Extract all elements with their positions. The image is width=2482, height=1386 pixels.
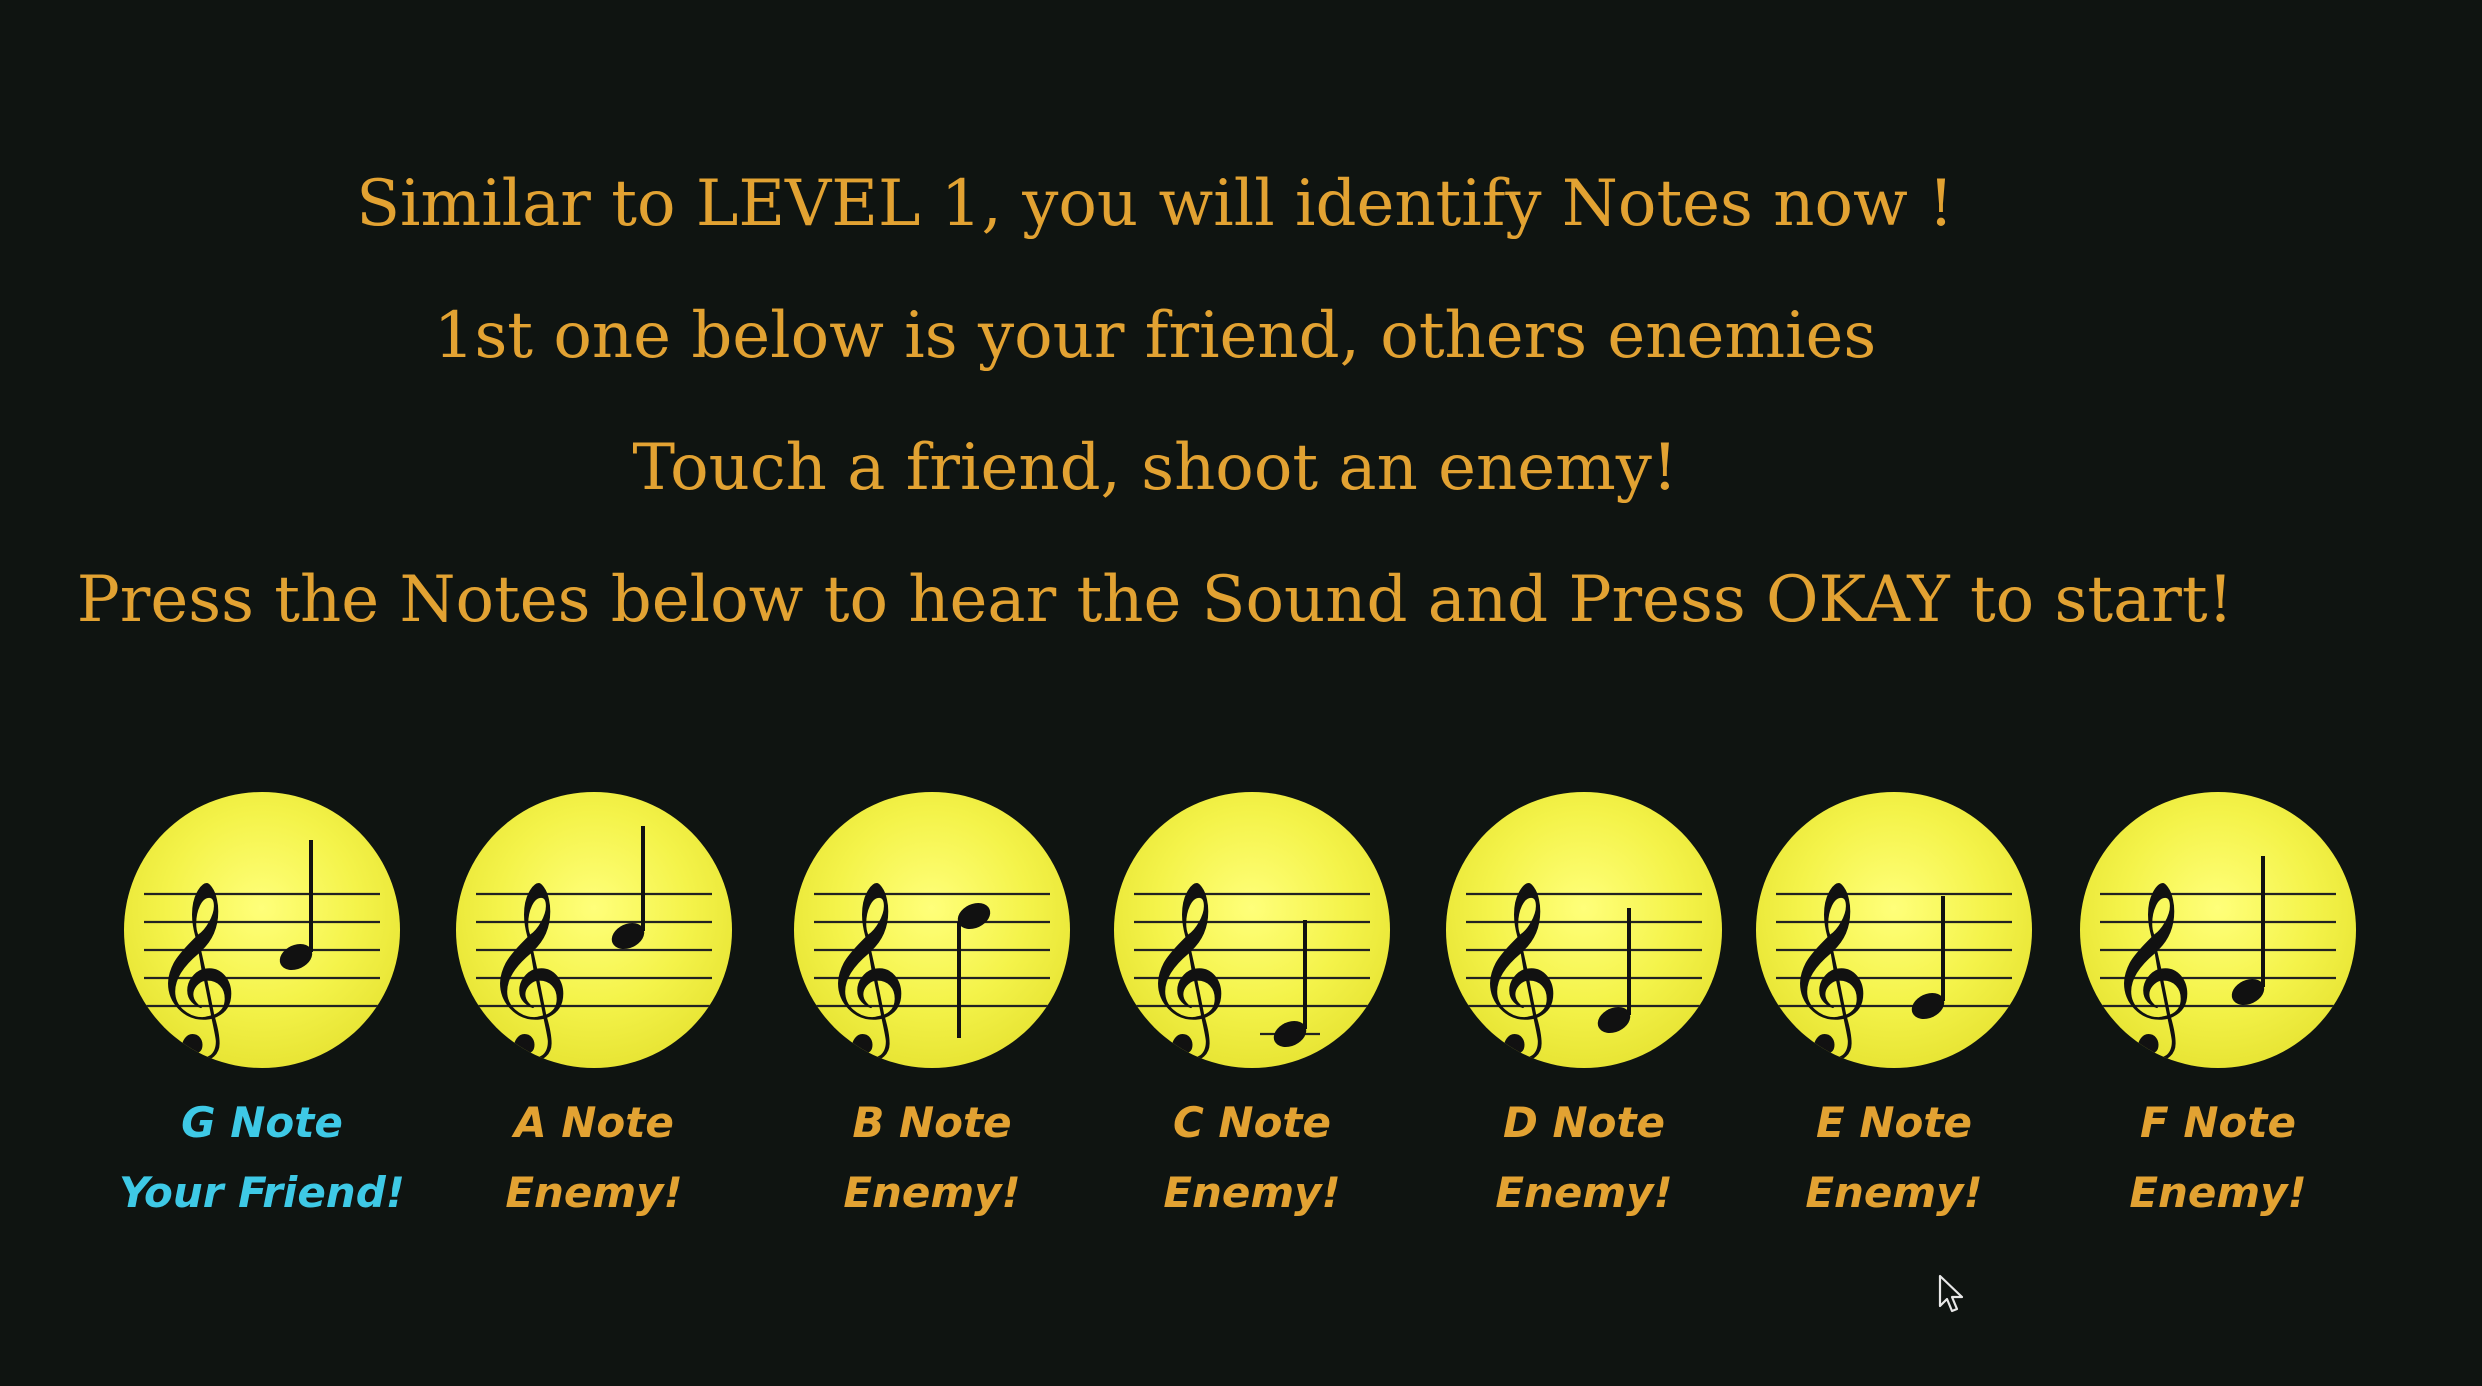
note-name-e: E Note — [1816, 1098, 1972, 1147]
note-ball-icon[interactable]: 𝄞 — [1114, 792, 1390, 1068]
svg-text:𝄞: 𝄞 — [1782, 880, 1871, 1062]
treble-clef-staff-icon: 𝄞 — [1134, 880, 1370, 1062]
svg-text:𝄞: 𝄞 — [2106, 880, 2195, 1062]
note-button-g[interactable]: 𝄞 G Note Your Friend! — [119, 792, 405, 1232]
note-ball-icon[interactable]: 𝄞 — [124, 792, 400, 1068]
note-name-c: C Note — [1172, 1098, 1331, 1147]
note-name-d: D Note — [1502, 1098, 1666, 1147]
instruction-line-3: Touch a friend, shoot an enemy! — [632, 431, 1678, 505]
note-button-c[interactable]: 𝄞 C Note Enemy! — [1114, 792, 1390, 1232]
note-button-e[interactable]: 𝄞 E Note Enemy! — [1756, 792, 2032, 1232]
note-ball-icon[interactable]: 𝄞 — [794, 792, 1070, 1068]
note-role-f: Enemy! — [2129, 1168, 2307, 1217]
treble-clef-staff-icon: 𝄞 — [1466, 880, 1702, 1062]
note-ball-icon[interactable]: 𝄞 — [1756, 792, 2032, 1068]
treble-clef-staff-icon: 𝄞 — [1776, 880, 2012, 1062]
svg-text:𝄞: 𝄞 — [150, 880, 239, 1062]
svg-text:𝄞: 𝄞 — [1472, 880, 1561, 1062]
svg-text:𝄞: 𝄞 — [1140, 880, 1229, 1062]
treble-clef-staff-icon: 𝄞 — [2100, 856, 2336, 1062]
note-role-d: Enemy! — [1495, 1168, 1673, 1217]
treble-clef-staff-icon: 𝄞 — [814, 880, 1050, 1062]
svg-text:𝄞: 𝄞 — [820, 880, 909, 1062]
note-button-f[interactable]: 𝄞 F Note Enemy! — [2080, 792, 2356, 1232]
note-role-g: Your Friend! — [119, 1168, 405, 1217]
note-ball-icon[interactable]: 𝄞 — [456, 792, 732, 1068]
note-ball-icon[interactable]: 𝄞 — [1446, 792, 1722, 1068]
note-ball-icon[interactable]: 𝄞 — [2080, 792, 2356, 1068]
note-role-e: Enemy! — [1805, 1168, 1983, 1217]
note-button-a[interactable]: 𝄞 A Note Enemy! — [456, 792, 732, 1232]
note-role-c: Enemy! — [1163, 1168, 1341, 1217]
note-name-g: G Note — [181, 1098, 343, 1147]
mouse-pointer-icon — [1938, 1274, 1964, 1313]
note-button-d[interactable]: 𝄞 D Note Enemy! — [1446, 792, 1722, 1232]
instruction-line-4: Press the Notes below to hear the Sound … — [76, 563, 2234, 637]
note-name-f: F Note — [2140, 1098, 2296, 1147]
treble-clef-staff-icon: 𝄞 — [144, 840, 380, 1062]
note-name-b: B Note — [852, 1098, 1012, 1147]
treble-clef-staff-icon: 𝄞 — [476, 826, 712, 1062]
instruction-line-1: Similar to LEVEL 1, you will identify No… — [356, 167, 1954, 241]
instruction-line-2: 1st one below is your friend, others ene… — [433, 299, 1877, 373]
note-button-b[interactable]: 𝄞 B Note Enemy! — [794, 792, 1070, 1232]
note-role-a: Enemy! — [505, 1168, 683, 1217]
note-role-b: Enemy! — [843, 1168, 1021, 1217]
note-name-a: A Note — [514, 1098, 674, 1147]
svg-text:𝄞: 𝄞 — [482, 880, 571, 1062]
